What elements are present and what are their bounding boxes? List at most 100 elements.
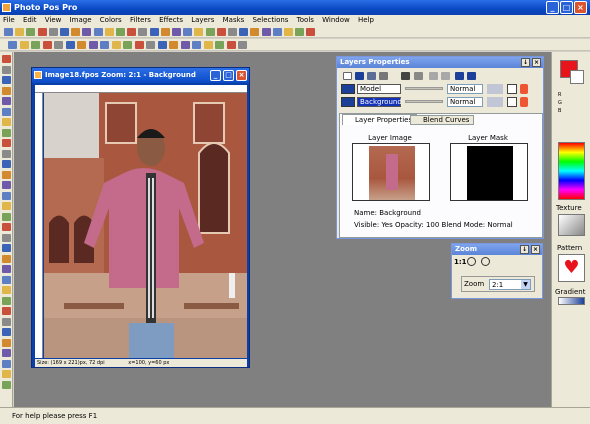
layers-panel-pin-button[interactable]: ↓ [521, 58, 530, 67]
toolbar-icon-26[interactable] [284, 28, 293, 36]
minimize-button[interactable]: _ [546, 1, 559, 14]
toolbar-icon-18[interactable] [194, 28, 204, 36]
mask-icon[interactable] [507, 97, 517, 107]
tool-icon-18[interactable] [2, 233, 11, 242]
mask-icon[interactable] [507, 84, 517, 94]
photo-canvas[interactable] [44, 93, 247, 358]
tool-icon-16[interactable] [2, 212, 11, 221]
tool-icon-9[interactable] [2, 139, 11, 147]
tool-icon-32[interactable] [2, 380, 11, 389]
move-up-icon[interactable] [429, 72, 438, 80]
tool-icon-7[interactable] [2, 118, 11, 126]
toolbar2-icon-18[interactable] [203, 41, 213, 49]
delete-layer-icon[interactable] [355, 72, 364, 80]
arrow-top-icon[interactable] [467, 72, 476, 80]
close-button[interactable]: × [574, 1, 587, 14]
zoom-panel-pin-button[interactable]: ↓ [520, 245, 529, 254]
toolbar2-icon-4[interactable] [42, 41, 52, 49]
toolbar-icon-6[interactable] [60, 28, 69, 36]
zoom-in-icon[interactable] [467, 257, 476, 266]
tool-icon-23[interactable] [2, 286, 11, 294]
toolbar-icon-12[interactable] [127, 28, 137, 36]
zoom-panel-title-bar[interactable]: Zoom ↓ × [452, 244, 542, 255]
toolbar-icon-16[interactable] [172, 28, 181, 36]
tool-icon-31[interactable] [2, 370, 11, 378]
toolbar-icon-28[interactable] [306, 28, 316, 36]
toolbar2-icon-15[interactable] [169, 41, 178, 49]
toolbar-icon-2[interactable] [15, 28, 25, 36]
tool-icon-30[interactable] [2, 359, 11, 368]
image-window-title-bar[interactable]: Image18.fpos Zoom: 2:1 - Background _ □ … [32, 68, 249, 83]
zoom-panel-close-button[interactable]: × [531, 245, 540, 254]
menu-tools[interactable]: Tools [294, 16, 317, 24]
toolbar2-icon-14[interactable] [157, 41, 167, 49]
image-maximize-button[interactable]: □ [223, 70, 234, 81]
toolbar2-icon-12[interactable] [134, 41, 144, 49]
toolbar2-icon-20[interactable] [226, 41, 236, 49]
toolbar-icon-10[interactable] [104, 28, 114, 36]
toolbar2-icon-1[interactable] [8, 41, 17, 49]
toolbar-icon-11[interactable] [116, 28, 125, 36]
menu-image[interactable]: Image [67, 16, 95, 24]
toolbar2-icon-10[interactable] [111, 41, 121, 49]
layer-row-model[interactable]: Model Normal [339, 83, 533, 95]
eye-icon[interactable] [341, 97, 355, 107]
eye-icon[interactable] [341, 84, 355, 94]
layer-row-background[interactable]: Background Normal [339, 96, 533, 108]
tool-icon-15[interactable] [2, 202, 11, 210]
toolbar2-icon-8[interactable] [88, 41, 98, 49]
toolbar-icon-19[interactable] [205, 28, 215, 36]
menu-edit[interactable]: Edit [20, 16, 40, 24]
layer-options-icon[interactable] [414, 72, 423, 80]
tool-icon-1[interactable] [2, 55, 11, 63]
toolbar-icon-13[interactable] [138, 28, 148, 36]
menu-effects[interactable]: Effects [156, 16, 186, 24]
tool-icon-26[interactable] [2, 317, 11, 326]
tool-icon-17[interactable] [2, 223, 11, 231]
zoom-actual-size-button[interactable]: 1:1 [454, 258, 467, 266]
toolbar2-icon-17[interactable] [192, 41, 201, 49]
toolbar-icon-3[interactable] [26, 28, 36, 36]
menu-colors[interactable]: Colors [97, 16, 125, 24]
tool-icon-29[interactable] [2, 349, 11, 357]
menu-help[interactable]: Help [355, 16, 377, 24]
toolbar-icon-1[interactable] [4, 28, 13, 36]
toolbar-icon-22[interactable] [239, 28, 249, 36]
opacity-slider[interactable] [405, 100, 443, 103]
toolbar-icon-25[interactable] [272, 28, 282, 36]
tool-icon-5[interactable] [2, 97, 11, 105]
menu-masks[interactable]: Masks [220, 16, 248, 24]
menu-layers[interactable]: Layers [188, 16, 217, 24]
toolbar-icon-7[interactable] [71, 28, 81, 36]
tool-icon-28[interactable] [2, 338, 11, 347]
link-icon[interactable] [487, 97, 503, 107]
print-icon[interactable] [401, 72, 410, 80]
tool-icon-25[interactable] [2, 307, 11, 315]
tab-blend-curves[interactable]: Blend Curves [410, 115, 475, 125]
tool-icon-4[interactable] [2, 86, 11, 95]
tool-icon-8[interactable] [2, 128, 11, 137]
texture-swatch[interactable] [558, 214, 585, 236]
layers-panel-close-button[interactable]: × [532, 58, 541, 67]
toolbar-icon-17[interactable] [183, 28, 193, 36]
opacity-slider[interactable] [405, 87, 443, 90]
menu-selections[interactable]: Selections [250, 16, 292, 24]
toolbar-icon-14[interactable] [149, 28, 159, 36]
image-window[interactable]: Image18.fpos Zoom: 2:1 - Background _ □ … [31, 67, 250, 368]
new-layer-icon[interactable] [343, 72, 352, 80]
tool-icon-19[interactable] [2, 244, 11, 252]
toolbar-icon-20[interactable] [216, 28, 226, 36]
link-icon[interactable] [487, 84, 503, 94]
menu-window[interactable]: Window [319, 16, 353, 24]
duplicate-layer-icon[interactable] [367, 72, 376, 80]
tool-icon-13[interactable] [2, 181, 11, 189]
toolbar2-icon-3[interactable] [31, 41, 40, 49]
tool-icon-21[interactable] [2, 265, 11, 273]
image-close-button[interactable]: × [236, 70, 247, 81]
tool-icon-10[interactable] [2, 149, 11, 158]
maximize-button[interactable]: □ [560, 1, 573, 14]
tool-icon-20[interactable] [2, 254, 11, 263]
toolbar-icon-15[interactable] [160, 28, 170, 36]
toolbar2-icon-13[interactable] [146, 41, 155, 49]
gradient-swatch[interactable] [558, 297, 585, 305]
